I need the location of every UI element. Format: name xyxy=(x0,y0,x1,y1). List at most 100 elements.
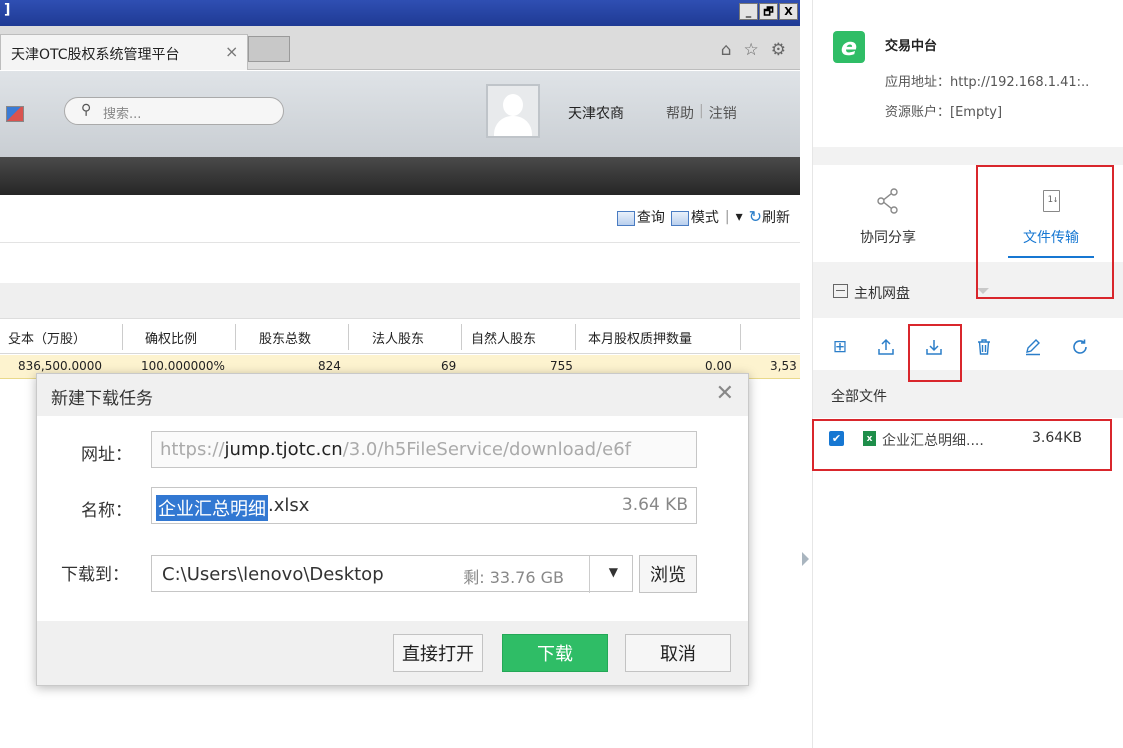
refresh-button[interactable]: ↻刷新 xyxy=(749,207,790,227)
new-tab-button[interactable] xyxy=(248,36,290,62)
table-cell: 824 xyxy=(318,359,341,373)
grid-toolbar: 查询 模式 | ▾ ↻刷新 xyxy=(0,195,800,243)
column-header[interactable]: 自然人股东 xyxy=(471,328,536,347)
query-label: 查询 xyxy=(636,210,665,226)
tab-close-icon[interactable]: × xyxy=(225,42,238,61)
dialog-header: 新建下载任务 ✕ xyxy=(37,374,748,416)
share-icon xyxy=(833,185,943,217)
dialog-title: 新建下载任务 xyxy=(51,389,153,409)
new-folder-icon[interactable]: ⊞ xyxy=(829,336,851,358)
refresh-icon[interactable] xyxy=(1069,336,1091,358)
filename-input[interactable]: 企业汇总明细 .xlsx 3.64 KB xyxy=(151,487,697,524)
new-download-dialog: 新建下载任务 ✕ 网址： https://jump.tjotc.cn/3.0/h… xyxy=(36,373,749,686)
file-size-value: 3.64 KB xyxy=(621,495,688,515)
search-icon: ⚲ xyxy=(81,102,92,118)
column-divider xyxy=(575,324,576,350)
mode-dropdown-icon[interactable]: ▾ xyxy=(736,209,743,225)
save-to-label: 下载到： xyxy=(61,565,129,585)
grid-header: 殳本（万股） 确权比例 股东总数 法人股东 自然人股东 本月股权质押数量 xyxy=(0,320,800,354)
url-prefix: https:// xyxy=(160,439,225,460)
app-icon: e xyxy=(833,31,865,63)
filename-selected-text: 企业汇总明细 xyxy=(156,495,268,521)
all-files-label: 全部文件 xyxy=(831,389,887,405)
app-url: 应用地址：http://192.168.1.41:.. xyxy=(885,75,1090,90)
column-divider xyxy=(122,324,123,350)
user-name: 天津农商 xyxy=(568,106,624,122)
download-button[interactable]: 下载 xyxy=(502,634,608,672)
delete-icon[interactable] xyxy=(973,336,995,358)
resource-account: 资源账户：[Empty] xyxy=(885,105,1003,120)
url-domain: jump.tjotc.cn xyxy=(224,439,343,460)
settings-gear-icon[interactable]: ⚙ xyxy=(771,40,786,60)
header-links: 帮助 | 注销 xyxy=(666,103,737,123)
window-titlebar: ] _ 🗗 X xyxy=(0,0,800,26)
query-button[interactable]: 查询 xyxy=(616,207,665,227)
browser-window: ] _ 🗗 X 天津OTC股权系统管理平台 × ⌂ ☆ ⚙ ⚲ 搜索... 天津… xyxy=(0,0,800,748)
column-header[interactable]: 法人股东 xyxy=(372,328,424,347)
host-disk-label: 主机网盘 xyxy=(854,286,910,302)
restore-button[interactable]: 🗗 xyxy=(759,3,778,20)
annotation-box-file-transfer xyxy=(976,165,1114,299)
table-cell: 3,53 xyxy=(770,359,797,373)
grid-tool-buttons: 查询 模式 | ▾ ↻刷新 xyxy=(616,207,790,227)
browser-tool-icons: ⌂ ☆ ⚙ xyxy=(721,40,786,60)
filename-extension: .xlsx xyxy=(268,495,310,516)
tab-share-label: 协同分享 xyxy=(860,230,916,246)
logout-link[interactable]: 注销 xyxy=(709,103,737,123)
dialog-footer: 直接打开 下载 取消 xyxy=(37,621,748,685)
column-header[interactable]: 殳本（万股） xyxy=(8,328,86,347)
panel-splitter[interactable] xyxy=(800,0,813,748)
save-path-select[interactable]: C:\Users\lenovo\Desktop 剩: 33.76 GB ▼ xyxy=(151,555,633,593)
chevron-down-icon[interactable]: ▼ xyxy=(609,565,618,579)
url-field[interactable]: https://jump.tjotc.cn/3.0/h5FileService/… xyxy=(151,431,697,468)
table-cell: 755 xyxy=(550,359,573,373)
tab-strip: 天津OTC股权系统管理平台 × ⌂ ☆ ⚙ xyxy=(0,26,800,70)
app-header: ⚲ 搜索... 天津农商 帮助 | 注销 xyxy=(0,71,800,157)
mode-button[interactable]: 模式 xyxy=(670,207,719,227)
expand-arrow-icon[interactable] xyxy=(802,552,809,566)
mode-icon xyxy=(670,210,689,226)
url-label: 网址： xyxy=(81,445,132,465)
close-window-button[interactable]: X xyxy=(779,3,798,20)
file-toolbar: ⊞ xyxy=(813,330,1123,364)
app-logo-icon xyxy=(6,106,24,122)
refresh-label: 刷新 xyxy=(762,210,790,226)
open-directly-button[interactable]: 直接打开 xyxy=(393,634,483,672)
filter-area xyxy=(0,243,800,283)
mode-label: 模式 xyxy=(690,210,719,226)
upload-icon[interactable] xyxy=(875,336,897,358)
dropdown-divider xyxy=(589,556,590,593)
table-cell: 69 xyxy=(441,359,457,373)
browser-tab-active[interactable]: 天津OTC股权系统管理平台 × xyxy=(0,34,248,70)
column-header[interactable]: 本月股权质押数量 xyxy=(588,328,692,347)
url-path: /3.0/h5FileService/download/e6f xyxy=(342,439,631,460)
avatar-head-shape xyxy=(503,94,523,116)
help-link[interactable]: 帮助 xyxy=(666,103,694,123)
browse-button[interactable]: 浏览 xyxy=(639,555,697,593)
user-avatar[interactable] xyxy=(486,84,540,138)
window-controls: _ 🗗 X xyxy=(739,3,798,20)
dialog-close-icon[interactable]: ✕ xyxy=(716,381,734,406)
column-divider xyxy=(235,324,236,350)
query-icon xyxy=(616,210,635,226)
link-separator: | xyxy=(699,103,704,119)
home-icon[interactable]: ⌂ xyxy=(721,40,732,60)
window-title-fragment: ] xyxy=(4,2,11,18)
url-value: https://jump.tjotc.cn/3.0/h5FileService/… xyxy=(160,439,690,460)
host-disk-icon xyxy=(833,284,848,298)
search-input[interactable]: ⚲ 搜索... xyxy=(64,97,284,125)
cancel-button[interactable]: 取消 xyxy=(625,634,731,672)
column-divider xyxy=(461,324,462,350)
tab-share[interactable]: 协同分享 xyxy=(833,185,943,247)
column-header[interactable]: 确权比例 xyxy=(145,328,197,347)
search-placeholder: 搜索... xyxy=(103,107,142,122)
column-header[interactable]: 股东总数 xyxy=(259,328,311,347)
column-divider xyxy=(740,324,741,350)
minimize-button[interactable]: _ xyxy=(739,3,758,20)
favorites-star-icon[interactable]: ☆ xyxy=(744,40,759,60)
filename-label: 名称： xyxy=(81,501,132,521)
column-divider xyxy=(348,324,349,350)
refresh-icon: ↻ xyxy=(748,207,762,226)
rename-pencil-icon[interactable] xyxy=(1022,336,1044,358)
browser-tab-title: 天津OTC股权系统管理平台 xyxy=(11,47,180,63)
